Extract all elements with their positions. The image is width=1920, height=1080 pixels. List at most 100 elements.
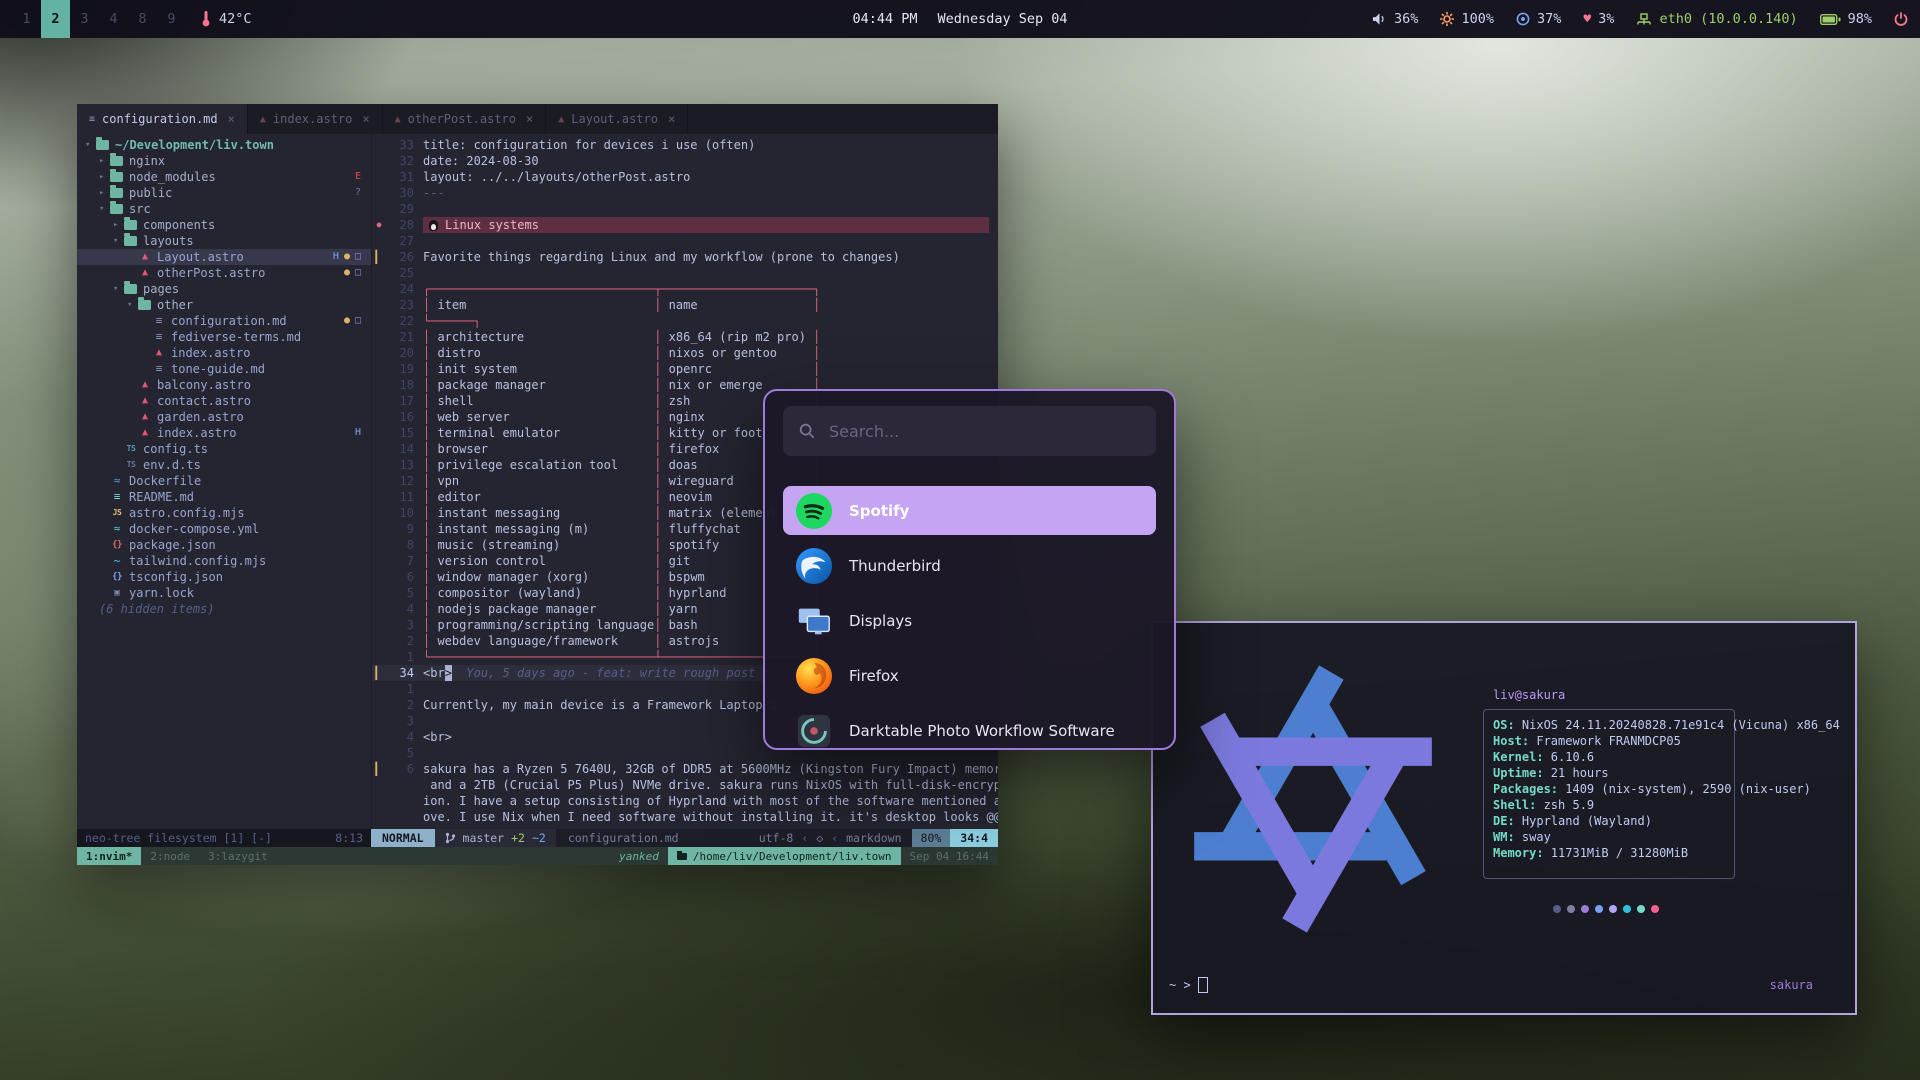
bar-module-brightness[interactable]: 100% <box>1440 11 1494 27</box>
bar-module-volume[interactable]: 36% <box>1372 11 1418 27</box>
editor-text-segment: │ <box>654 473 668 489</box>
tree-dir-1[interactable]: ▸nginx <box>77 153 371 169</box>
launcher-item-spotify[interactable]: Spotify <box>783 486 1156 535</box>
sign-column <box>372 425 386 441</box>
git-status-badge: □ <box>355 265 361 281</box>
editor-line: 21│ architecture │ x86_64 (rip m2 pro) │ <box>372 329 998 345</box>
tab-Layout.astro[interactable]: ▲Layout.astro× <box>546 104 688 134</box>
buffer-tabs: ≡configuration.md×▲index.astro×▲otherPos… <box>77 104 998 134</box>
tmux-window-1:nvim*[interactable]: 1:nvim* <box>77 847 141 865</box>
sign-column <box>372 345 386 361</box>
tree-file-22[interactable]: ≡README.md <box>77 489 371 505</box>
workspace-8[interactable]: 8 <box>128 0 157 38</box>
launcher-search[interactable] <box>783 406 1156 456</box>
line-number <box>386 793 423 809</box>
tree-dir-0[interactable]: ▾~/Development/liv.town <box>77 137 371 153</box>
tree-file-11[interactable]: ≡configuration.md●□ <box>77 313 371 329</box>
bar-module-network[interactable]: eth0 (10.0.0.140) <box>1636 11 1797 27</box>
launcher-item-displays[interactable]: Displays <box>783 596 1156 645</box>
palette-dot-3 <box>1595 905 1603 913</box>
tree-file-28[interactable]: ▣yarn.lock <box>77 585 371 601</box>
tree-file-20[interactable]: TSenv.d.ts <box>77 457 371 473</box>
tree-file-24[interactable]: ≈docker-compose.yml <box>77 521 371 537</box>
editor-line: 25 <box>372 265 998 281</box>
tree-file-19[interactable]: TSconfig.ts <box>77 441 371 457</box>
sign-column <box>372 297 386 313</box>
workspace-2[interactable]: 2 <box>41 0 70 38</box>
git-branch-name: master <box>463 831 505 845</box>
tree-dir-6[interactable]: ▾layouts <box>77 233 371 249</box>
sign-column <box>372 585 386 601</box>
neo-tree-sidebar[interactable]: ▾~/Development/liv.town▸nginx▸node_modul… <box>77 134 372 829</box>
tree-file-25[interactable]: {}package.json <box>77 537 371 553</box>
line-number: 13 <box>386 457 423 473</box>
tree-file-17[interactable]: ▲garden.astro <box>77 409 371 425</box>
tree-file-27[interactable]: {}tsconfig.json <box>77 569 371 585</box>
tab-configuration.md[interactable]: ≡configuration.md× <box>77 104 248 134</box>
tree-file-15[interactable]: ▲balcony.astro <box>77 377 371 393</box>
editor-text-segment: x86_64 (rip m2 pro) <box>669 329 814 345</box>
markdown-heading-bar: Linux systems <box>423 217 989 233</box>
tree-file-23[interactable]: JSastro.config.mjs <box>77 505 371 521</box>
bar-module-cpu[interactable]: ♥3% <box>1583 11 1614 27</box>
editor-text-segment: item <box>437 297 654 313</box>
line-number: 16 <box>386 409 423 425</box>
tree-file-14[interactable]: ≡tone-guide.md <box>77 361 371 377</box>
launcher-item-darktable[interactable]: Darktable Photo Workflow Software <box>783 706 1156 750</box>
editor-text-segment: package manager <box>437 377 654 393</box>
fetch-info-line: OS: NixOS 24.11.20240828.71e91c4 (Vicuna… <box>1493 717 1840 733</box>
tree-item-badges: E <box>355 169 371 185</box>
tree-file-7[interactable]: ▲Layout.astroH●□ <box>77 249 371 265</box>
workspace-1[interactable]: 1 <box>12 0 41 38</box>
tree-file-18[interactable]: ▲index.astroH <box>77 425 371 441</box>
tree-file-26[interactable]: ~tailwind.config.mjs <box>77 553 371 569</box>
search-input[interactable] <box>827 421 1141 442</box>
launcher-item-thunderbird[interactable]: Thunderbird <box>783 541 1156 590</box>
sign-column <box>372 169 386 185</box>
tree-dir-4[interactable]: ▾src <box>77 201 371 217</box>
editor-text-segment: architecture <box>437 329 654 345</box>
tree-dir-10[interactable]: ▾other <box>77 297 371 313</box>
tree-file-16[interactable]: ▲contact.astro <box>77 393 371 409</box>
astro-file-icon: ▲ <box>138 393 152 409</box>
launcher-item-label: Darktable Photo Workflow Software <box>849 722 1115 740</box>
tmux-window-3:lazygit[interactable]: 3:lazygit <box>199 847 277 865</box>
tree-dir-5[interactable]: ▸components <box>77 217 371 233</box>
folder-icon <box>110 188 123 198</box>
tab-close-icon[interactable]: × <box>668 112 675 126</box>
terminal-window[interactable]: liv@sakura OS: NixOS 24.11.20240828.71e9… <box>1151 621 1857 1015</box>
tab-close-icon[interactable]: × <box>228 112 235 126</box>
tab-close-icon[interactable]: × <box>526 112 533 126</box>
fetch-info-label: DE: <box>1493 814 1515 828</box>
chevron-right-icon: ▸ <box>99 153 110 169</box>
chevron-right-icon: ▸ <box>99 169 110 185</box>
bar-module-disk[interactable]: 37% <box>1516 11 1561 27</box>
tree-dir-3[interactable]: ▸public? <box>77 185 371 201</box>
editor-text-segment: browser <box>437 441 654 457</box>
tree-file-21[interactable]: ≈Dockerfile <box>77 473 371 489</box>
bar-module-power[interactable] <box>1894 12 1908 26</box>
chevron-down-icon: ▾ <box>99 201 110 217</box>
tree-dir-9[interactable]: ▾pages <box>77 281 371 297</box>
tree-file-12[interactable]: ≡fediverse-terms.md <box>77 329 371 345</box>
workspace-9[interactable]: 9 <box>157 0 186 38</box>
cpu-value: 3% <box>1598 11 1614 27</box>
workspace-4[interactable]: 4 <box>99 0 128 38</box>
shell-prompt[interactable]: ~ > <box>1169 977 1208 993</box>
tab-otherPost.astro[interactable]: ▲otherPost.astro× <box>383 104 547 134</box>
fetch-info-value: NixOS 24.11.20240828.71e91c4 (Vicuna) x8… <box>1515 718 1840 732</box>
line-number: 9 <box>386 521 423 537</box>
editor-text-segment: │ <box>654 393 668 409</box>
launcher-item-firefox[interactable]: Firefox <box>783 651 1156 700</box>
tab-close-icon[interactable]: × <box>362 112 369 126</box>
editor-text-segment: │ <box>654 569 668 585</box>
workspace-3[interactable]: 3 <box>70 0 99 38</box>
tree-file-13[interactable]: ▲index.astro <box>77 345 371 361</box>
tab-index.astro[interactable]: ▲index.astro× <box>248 104 383 134</box>
bar-module-battery[interactable]: 98% <box>1820 11 1872 27</box>
tmux-window-2:node[interactable]: 2:node <box>141 847 199 865</box>
tree-dir-2[interactable]: ▸node_modulesE <box>77 169 371 185</box>
folder-icon <box>110 172 123 182</box>
tree-file-8[interactable]: ▲otherPost.astro●□ <box>77 265 371 281</box>
line-number: 15 <box>386 425 423 441</box>
